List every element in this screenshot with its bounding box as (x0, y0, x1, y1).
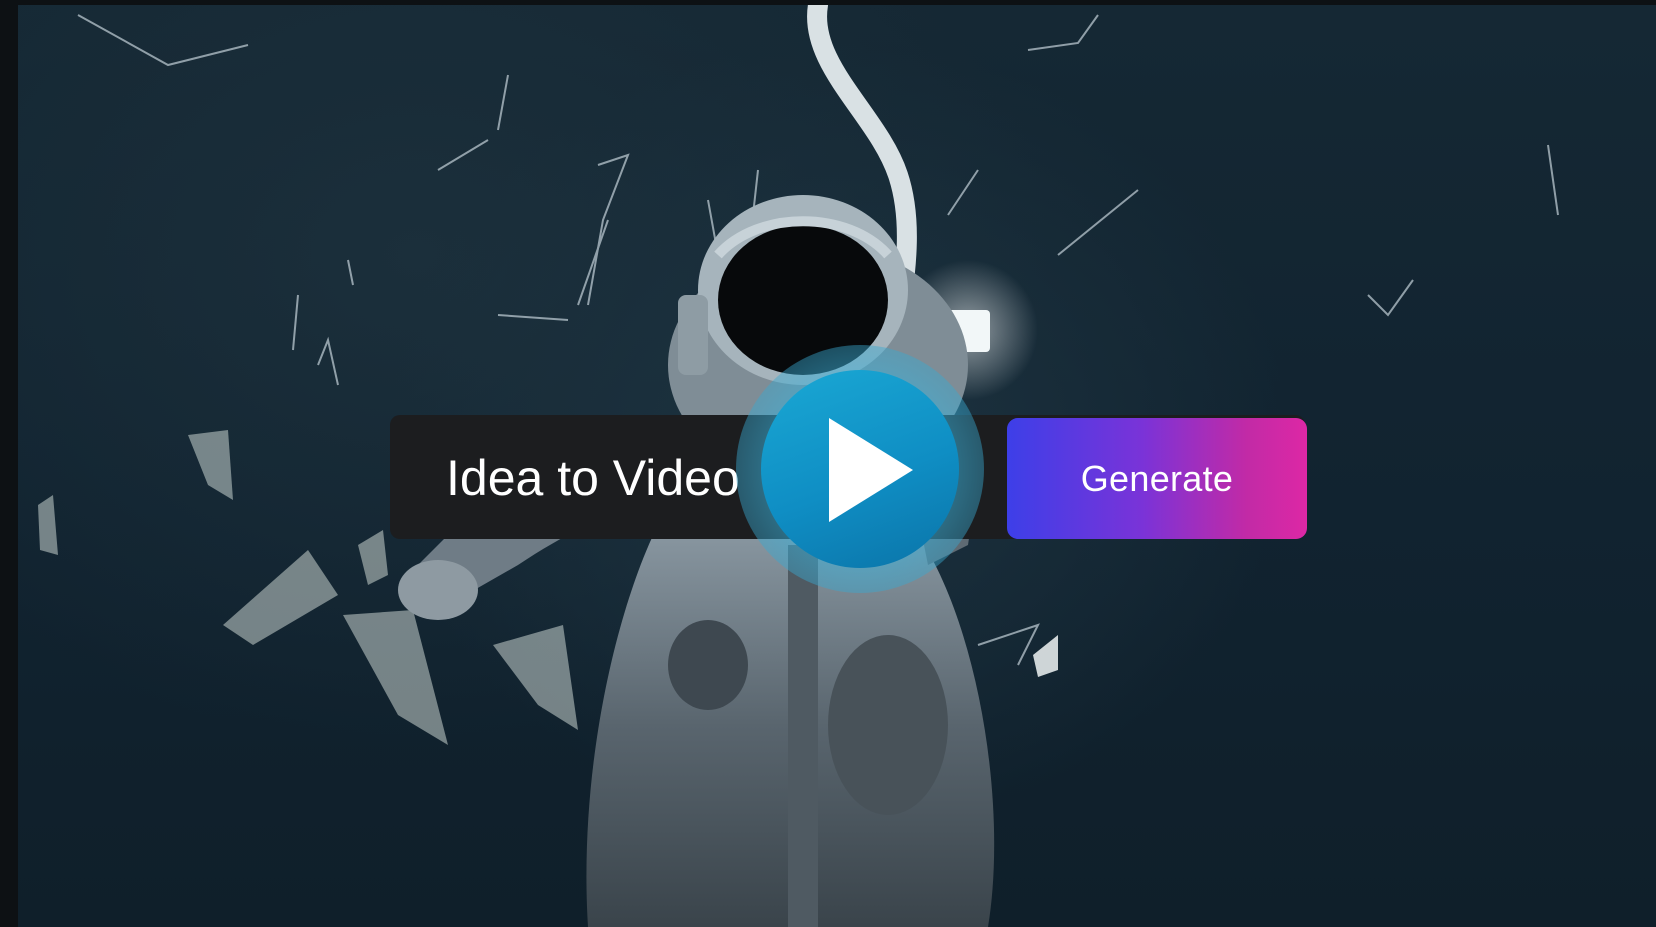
prompt-text: Idea to Video (446, 450, 740, 506)
generate-button[interactable]: Generate (1007, 418, 1307, 539)
play-button-inner (761, 370, 959, 568)
generate-label: Generate (1080, 457, 1234, 499)
play-icon (829, 418, 913, 522)
video-preview: Idea to Video Generate (18, 5, 1656, 927)
play-button[interactable] (736, 345, 984, 593)
